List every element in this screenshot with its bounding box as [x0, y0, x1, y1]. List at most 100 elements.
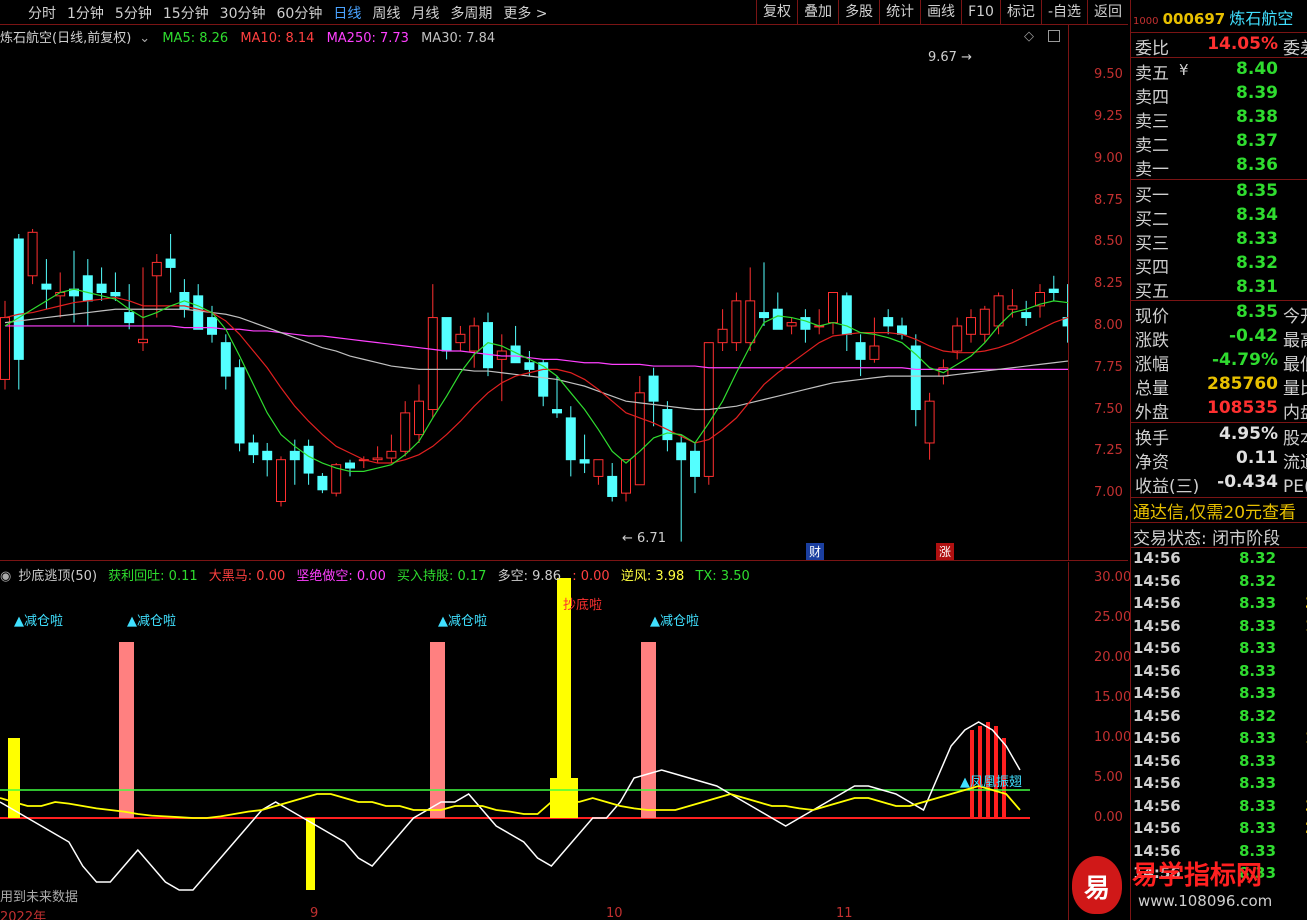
tick-time: 14:56 — [1133, 549, 1181, 567]
tab-1[interactable]: 1分钟 — [67, 3, 104, 23]
ask-row-4[interactable]: 卖一 8.36 — [1133, 155, 1307, 180]
toolbar-button-2[interactable]: 多股 — [838, 0, 879, 24]
quote-panel: 1000 000697 炼石航空 委比 14.05% 委差 卖五 8.40 卖四 8.… — [1130, 0, 1307, 920]
tab-2[interactable]: 5分钟 — [115, 3, 152, 23]
stat-tail: 最低 — [1283, 355, 1307, 375]
candle-body — [966, 317, 976, 335]
candle-body — [593, 459, 604, 477]
bid-row-3[interactable]: 买四 8.32 — [1133, 253, 1307, 278]
indicator-name[interactable]: 抄底逃顶(50) — [18, 569, 97, 584]
panel-sep-7 — [1131, 522, 1307, 523]
duokong-line — [0, 721, 1021, 891]
price-tick-6: 8.00 — [1094, 317, 1123, 333]
candle-body — [869, 345, 880, 360]
low-price-label: ← 6.71 — [622, 531, 666, 546]
ma5-line — [4, 288, 1068, 472]
bid-price: 8.34 — [1236, 205, 1278, 225]
candle-body — [96, 283, 107, 293]
toolbar-button-6[interactable]: 标记 — [999, 0, 1041, 24]
signal-bar — [986, 722, 990, 818]
candle-body — [0, 317, 10, 380]
promo-link[interactable]: 通达信,仅需20元查看 — [1133, 498, 1296, 523]
pane-separator — [0, 560, 1128, 561]
bid-label: 买三 — [1135, 234, 1169, 254]
price-tick-10: 7.00 — [1094, 485, 1123, 501]
watermark: 易 易学指标网 www.108096.com — [1068, 852, 1307, 920]
tab-8[interactable]: 月线 — [411, 3, 439, 23]
candle-body — [800, 317, 811, 330]
candle-body — [303, 445, 314, 474]
toolbar-button-7[interactable]: -自选 — [1040, 0, 1087, 24]
toolbar-button-5[interactable]: F10 — [961, 0, 1000, 24]
tab-3[interactable]: 15分钟 — [163, 3, 209, 23]
fund-row-1: 净资 0.11流通 — [1133, 448, 1307, 473]
candle-body — [372, 457, 383, 461]
ask-row-2[interactable]: 卖三 8.38 — [1133, 107, 1307, 132]
stat-label: 涨幅 — [1135, 355, 1169, 375]
yen-icon: ¥ — [1179, 61, 1189, 79]
price-tick-4: 8.50 — [1094, 234, 1123, 250]
candle-body — [662, 409, 673, 441]
ind-tick-0: 30.00 — [1094, 570, 1132, 585]
tab-10[interactable]: 更多 > — [503, 3, 547, 23]
candle-body — [621, 459, 631, 494]
candle-body — [979, 308, 990, 335]
tab-9[interactable]: 多周期 — [450, 3, 492, 23]
finance-event-tag[interactable]: 财 — [806, 543, 825, 560]
ask-row-0[interactable]: 卖五 8.40 — [1133, 59, 1307, 84]
fund-value: -0.434 — [1217, 472, 1278, 492]
candle-body — [165, 258, 176, 268]
bid-row-4[interactable]: 买五 8.31 — [1133, 277, 1307, 302]
candle-body — [952, 325, 963, 352]
candle-body — [731, 300, 742, 344]
candle-body — [759, 312, 769, 319]
tab-7[interactable]: 周线 — [372, 3, 400, 23]
reduce-note-1: ▲减仓啦 — [14, 614, 63, 629]
bid-row-1[interactable]: 买二 8.34 — [1133, 205, 1307, 230]
panel-sep-4 — [1131, 300, 1307, 301]
tx-value: TX: 3.50 — [695, 569, 750, 584]
toolbar-button-0[interactable]: 复权 — [756, 0, 797, 24]
candle-body — [855, 342, 866, 360]
bid-row-2[interactable]: 买三 8.33 — [1133, 229, 1307, 254]
toolbar-button-8[interactable]: 返回 — [1087, 0, 1128, 24]
tick-time: 14:56 — [1133, 661, 1181, 680]
fund-value: 0.11 — [1236, 448, 1278, 468]
toolbar-button-4[interactable]: 画线 — [920, 0, 961, 24]
limit-up-tag[interactable]: 涨 — [936, 543, 955, 560]
x-label-sep: 9 — [310, 906, 319, 920]
ask-row-3[interactable]: 卖二 8.37 — [1133, 131, 1307, 156]
candle-body — [841, 295, 852, 335]
candle-body — [386, 450, 397, 459]
weibi-label: 委比 — [1135, 39, 1169, 59]
gear-icon[interactable]: ◉ — [0, 569, 11, 584]
tick-time: 14:56 — [1133, 706, 1181, 725]
ask-price: 8.37 — [1236, 131, 1278, 151]
tab-6[interactable]: 日线 — [333, 3, 361, 23]
candle-body — [648, 375, 659, 402]
toolbar-button-1[interactable]: 叠加 — [797, 0, 838, 24]
candle-body — [1007, 305, 1018, 310]
tick-row: 14:56 8.33 — [1133, 774, 1307, 796]
tick-time: 14:56 — [1133, 774, 1181, 792]
ind-tick-1: 25.00 — [1094, 610, 1132, 625]
candle-body — [1048, 288, 1059, 293]
toolbar-button-3[interactable]: 统计 — [879, 0, 920, 24]
stat-row-4: 外盘 108535内盘 — [1133, 398, 1307, 423]
short-value: 坚绝做空: 0.00 — [296, 569, 386, 584]
stock-code: 000697 — [1162, 10, 1226, 28]
kline-chart[interactable] — [0, 25, 1068, 560]
ask-row-1[interactable]: 卖四 8.39 — [1133, 83, 1307, 108]
nifeng-value: 逆风: 3.98 — [620, 569, 685, 584]
candle-body — [552, 409, 562, 414]
tick-time: 14:56 — [1133, 751, 1181, 770]
tab-0[interactable]: 分时 — [28, 3, 56, 23]
signal-bar — [306, 818, 315, 890]
tab-4[interactable]: 30分钟 — [220, 3, 266, 23]
high-price-label: 9.67 → — [928, 50, 972, 65]
reduce-note-2: ▲减仓啦 — [127, 614, 176, 629]
tab-5[interactable]: 60分钟 — [277, 3, 323, 23]
future-data-note: 用到未来数据 — [0, 890, 79, 905]
candle-body — [690, 450, 700, 477]
bid-row-0[interactable]: 买一 8.35 — [1133, 181, 1307, 206]
